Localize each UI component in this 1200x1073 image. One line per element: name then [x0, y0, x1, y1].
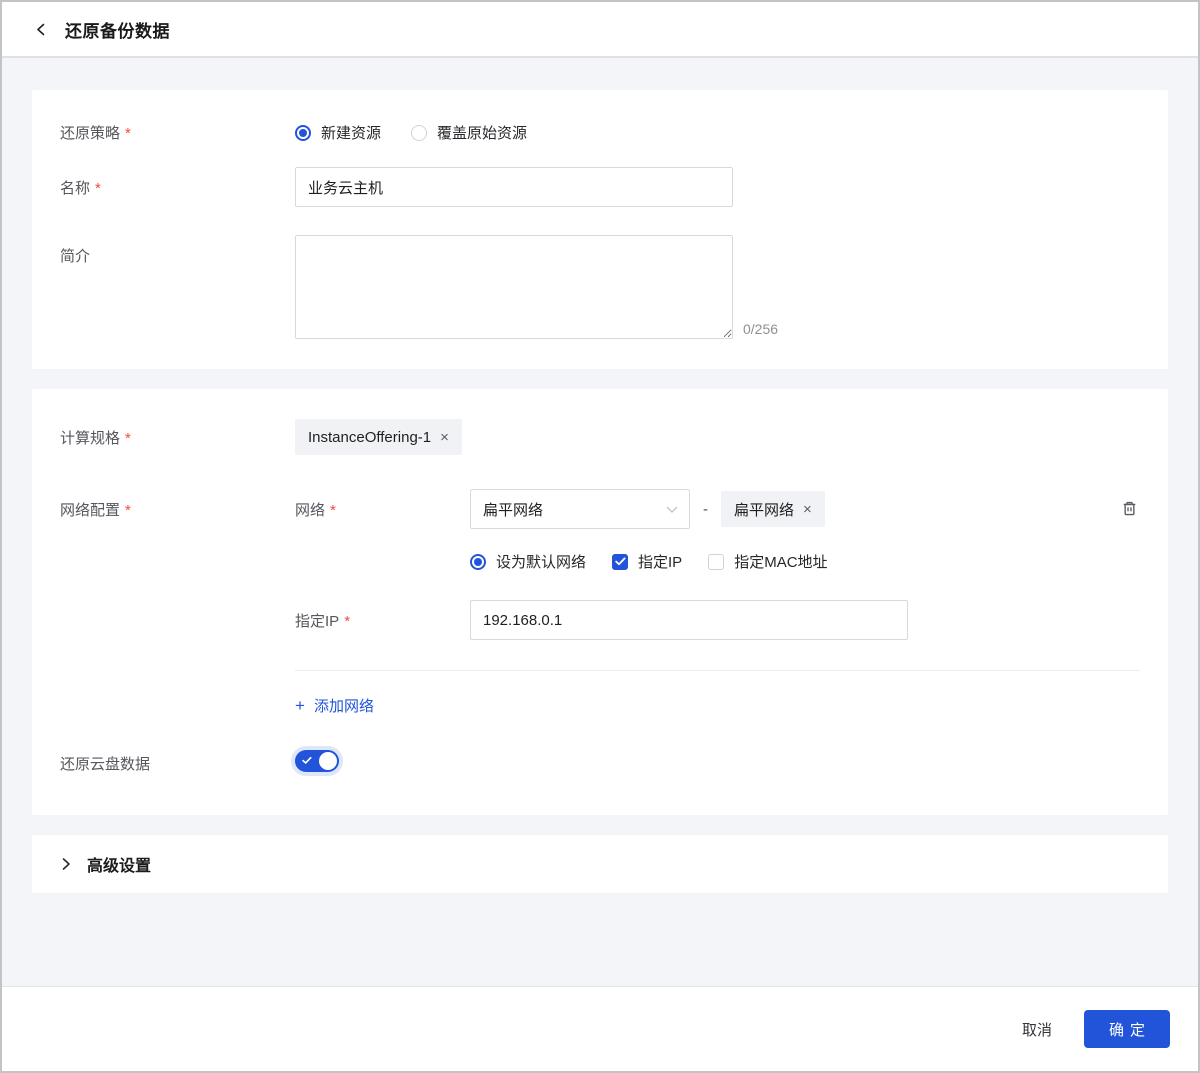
- description-row: 简介 0/256: [60, 235, 1140, 339]
- description-textarea[interactable]: [295, 235, 733, 339]
- required-mark: *: [125, 125, 131, 142]
- radio-default-network[interactable]: 设为默认网络: [470, 551, 586, 572]
- restore-strategy-label: 还原策略*: [60, 122, 295, 143]
- network-label: 网络*: [295, 499, 470, 520]
- required-mark: *: [125, 430, 131, 447]
- confirm-button[interactable]: 确定: [1084, 1010, 1170, 1048]
- assign-ip-row: 指定IP*: [295, 600, 1140, 640]
- instance-offering-label: 计算规格*: [60, 427, 295, 448]
- radio-icon: [470, 554, 486, 570]
- network-config-label: 网络配置*: [60, 489, 295, 520]
- plus-icon: +: [295, 697, 305, 714]
- required-mark: *: [344, 613, 350, 630]
- dialog-header: 还原备份数据: [2, 2, 1198, 58]
- add-network-link[interactable]: + 添加网络: [295, 695, 374, 716]
- chevron-down-icon: [666, 501, 678, 518]
- restore-strategy-options: 新建资源 覆盖原始资源: [295, 122, 1140, 143]
- trash-icon[interactable]: [1119, 498, 1140, 520]
- dialog-footer: 取消 确定: [2, 986, 1198, 1071]
- network-divider: [295, 670, 1140, 671]
- radio-icon: [295, 125, 311, 141]
- page-title: 还原备份数据: [65, 17, 170, 42]
- network-tag: 扁平网络 ×: [721, 491, 825, 527]
- radio-new-resource[interactable]: 新建资源: [295, 122, 381, 143]
- toggle-knob: [319, 752, 337, 770]
- radio-icon: [411, 125, 427, 141]
- required-mark: *: [95, 180, 101, 197]
- network-config-control: 网络* 扁平网络 - 扁平网络: [295, 489, 1140, 716]
- check-icon: [302, 756, 312, 765]
- restore-backup-dialog: 还原备份数据 还原策略* 新建资源 覆盖原始资源: [0, 0, 1200, 1073]
- restore-strategy-row: 还原策略* 新建资源 覆盖原始资源: [60, 122, 1140, 143]
- network-select-row: 网络* 扁平网络 - 扁平网络: [295, 489, 1140, 529]
- cancel-button[interactable]: 取消: [1020, 1011, 1054, 1048]
- advanced-settings-card[interactable]: 高级设置: [32, 835, 1168, 893]
- close-icon[interactable]: ×: [440, 430, 449, 445]
- name-input[interactable]: [295, 167, 733, 207]
- name-label: 名称*: [60, 177, 295, 198]
- instance-offering-row: 计算规格* InstanceOffering-1 ×: [60, 419, 1140, 455]
- instance-offering-tag: InstanceOffering-1 ×: [295, 419, 462, 455]
- close-icon[interactable]: ×: [803, 502, 812, 517]
- radio-overwrite-original[interactable]: 覆盖原始资源: [411, 122, 527, 143]
- network-config-row: 网络配置* 网络* 扁平网络: [60, 489, 1140, 716]
- required-mark: *: [125, 502, 131, 519]
- assign-ip-input[interactable]: [470, 600, 908, 640]
- chevron-right-icon: [60, 857, 72, 871]
- checkbox-assign-ip[interactable]: 指定IP: [612, 551, 682, 572]
- description-label: 简介: [60, 235, 295, 266]
- assign-ip-label: 指定IP*: [295, 610, 470, 631]
- separator-dash: -: [703, 501, 708, 518]
- advanced-settings-title: 高级设置: [87, 852, 151, 876]
- back-icon[interactable]: [32, 20, 51, 39]
- restore-volume-label: 还原云盘数据: [60, 753, 295, 774]
- restore-volume-toggle[interactable]: [295, 750, 339, 772]
- name-row: 名称*: [60, 167, 1140, 207]
- basic-info-card: 还原策略* 新建资源 覆盖原始资源 名称*: [32, 90, 1168, 369]
- checkbox-icon: [612, 554, 628, 570]
- network-select[interactable]: 扁平网络: [470, 489, 690, 529]
- dialog-body: 还原策略* 新建资源 覆盖原始资源 名称*: [2, 58, 1198, 986]
- restore-volume-row: 还原云盘数据: [60, 750, 1140, 777]
- char-counter: 0/256: [743, 321, 778, 337]
- checkbox-assign-mac[interactable]: 指定MAC地址: [708, 551, 827, 572]
- checkbox-icon: [708, 554, 724, 570]
- network-options-row: 设为默认网络 指定IP 指定MAC地址: [470, 551, 1140, 572]
- compute-network-card: 计算规格* InstanceOffering-1 × 网络配置* 网络: [32, 389, 1168, 815]
- required-mark: *: [330, 502, 336, 519]
